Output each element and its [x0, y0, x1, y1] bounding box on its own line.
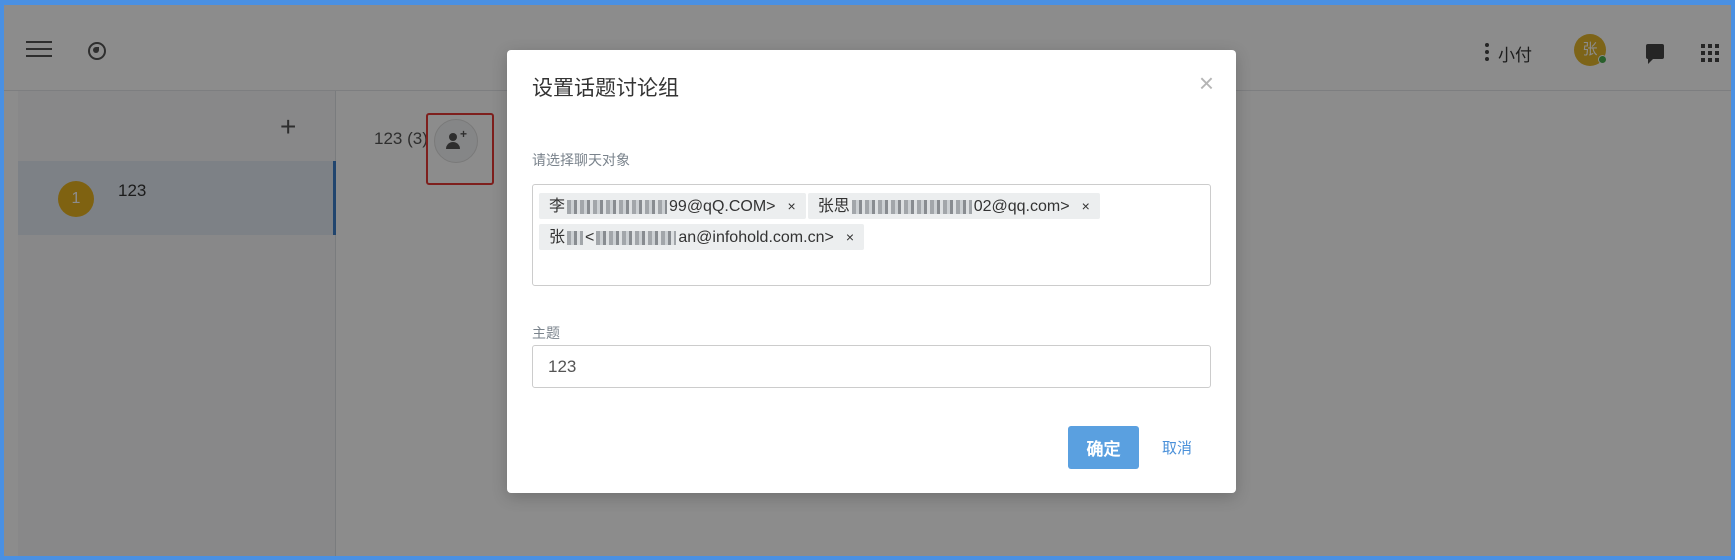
- blurred-text: [596, 230, 677, 245]
- blurred-text: [567, 199, 668, 214]
- subject-label: 主题: [532, 325, 560, 341]
- recipient-mid: <: [585, 229, 595, 246]
- blurred-text: [567, 230, 584, 245]
- remove-recipient-icon[interactable]: ×: [1082, 193, 1090, 219]
- recipient-prefix: 张: [549, 229, 566, 246]
- remove-recipient-icon[interactable]: ×: [846, 224, 854, 250]
- recipient-suffix: 99@qQ.COM>: [669, 198, 776, 215]
- recipient-suffix: 02@qq.com>: [973, 198, 1070, 215]
- recipient-prefix: 张思: [817, 198, 850, 215]
- topic-group-dialog: 设置话题讨论组 × 请选择聊天对象 李 99@qQ.COM> × 张思 02@qq.c…: [507, 50, 1236, 493]
- recipients-label: 请选择聊天对象: [532, 152, 630, 168]
- recipient-suffix: an@infohold.com.cn>: [678, 229, 834, 246]
- subject-input[interactable]: [532, 345, 1211, 388]
- dialog-title: 设置话题讨论组: [532, 77, 679, 100]
- recipient-tag: 李 99@qQ.COM> ×: [539, 193, 806, 219]
- blurred-text: [851, 199, 972, 214]
- recipient-tag: 张 < an@infohold.com.cn> ×: [539, 224, 864, 250]
- cancel-button[interactable]: 取消: [1152, 426, 1202, 469]
- remove-recipient-icon[interactable]: ×: [788, 193, 796, 219]
- close-icon[interactable]: ×: [1199, 70, 1214, 96]
- recipient-tag: 张思 02@qq.com> ×: [807, 193, 1100, 219]
- confirm-button[interactable]: 确定: [1068, 426, 1139, 469]
- recipients-select[interactable]: 李 99@qQ.COM> × 张思 02@qq.com> × 张 < an@infohold…: [532, 184, 1211, 286]
- recipient-prefix: 李: [549, 198, 566, 215]
- app-window: 小付 张 + 1 123 123 (3) + 设置话题讨论组 × 请选择聊天对象…: [0, 0, 1735, 560]
